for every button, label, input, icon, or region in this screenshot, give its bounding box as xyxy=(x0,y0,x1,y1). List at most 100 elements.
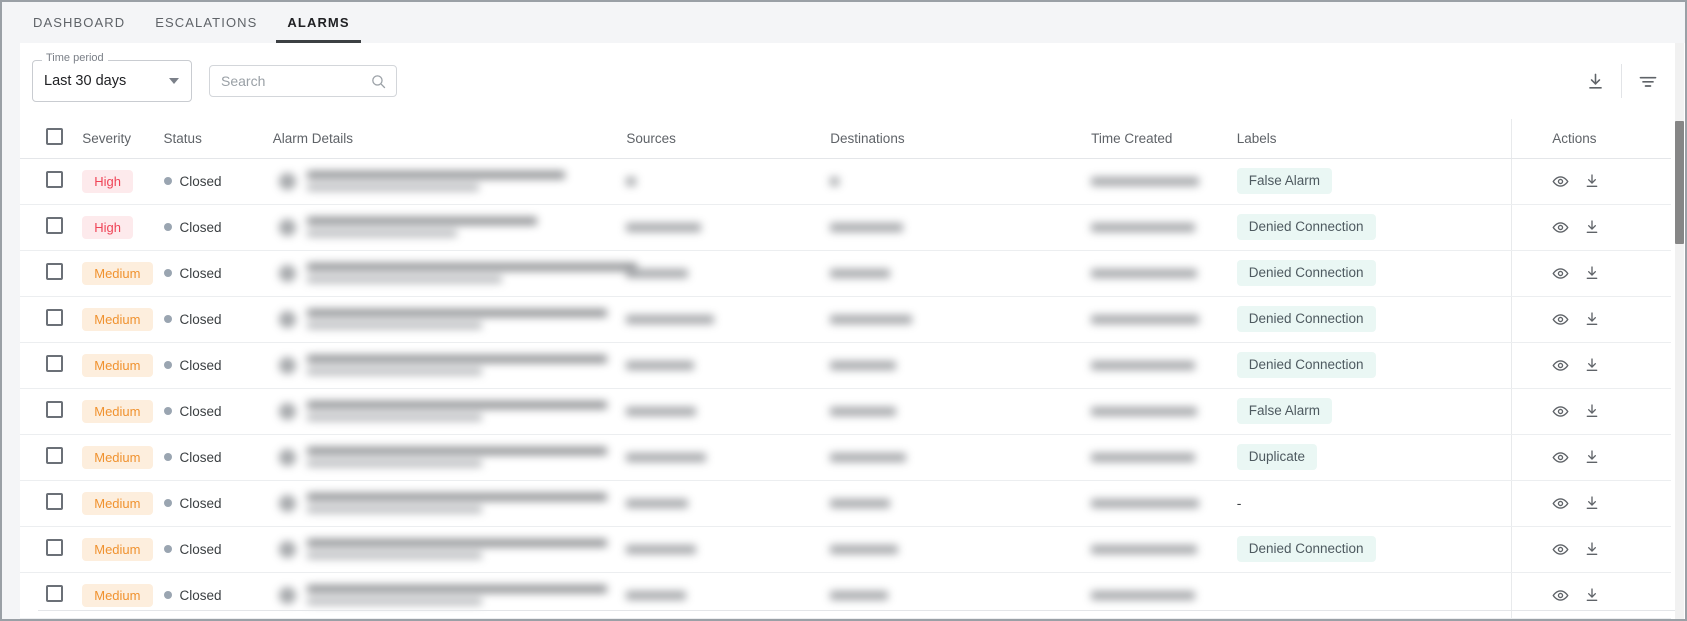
row-select-cell xyxy=(20,434,79,481)
time-created-redacted xyxy=(1091,360,1196,370)
row-checkbox[interactable] xyxy=(46,539,63,556)
status-dot-icon xyxy=(163,223,172,231)
alarm-details-cell[interactable] xyxy=(270,296,625,343)
tab-dashboard[interactable]: DASHBOARD xyxy=(18,2,140,43)
column-header-severity[interactable]: Severity xyxy=(78,119,164,159)
vertical-scrollbar[interactable] xyxy=(1675,43,1684,619)
view-alarm-icon[interactable] xyxy=(1552,587,1569,604)
time-created-redacted xyxy=(1091,176,1200,186)
view-alarm-icon[interactable] xyxy=(1552,219,1569,236)
download-alarm-icon[interactable] xyxy=(1584,265,1600,281)
alarm-details-cell[interactable] xyxy=(270,572,625,619)
sources-redacted xyxy=(626,544,697,554)
download-alarm-icon[interactable] xyxy=(1584,219,1600,235)
filter-button[interactable] xyxy=(1629,62,1667,100)
severity-badge: Medium xyxy=(82,583,153,607)
destinations-cell xyxy=(828,480,1082,527)
download-alarm-icon[interactable] xyxy=(1584,357,1600,373)
download-alarm-icon[interactable] xyxy=(1584,495,1600,511)
alarm-details-cell[interactable] xyxy=(270,480,625,527)
row-checkbox[interactable] xyxy=(46,217,63,234)
alarms-table-container[interactable]: Severity Status Alarm Details Sources De… xyxy=(20,119,1685,619)
alarm-details-redacted xyxy=(273,171,625,191)
time-period-select[interactable]: Time period Last 30 days xyxy=(32,53,192,102)
alarm-details-redacted xyxy=(273,539,625,559)
alarm-details-cell[interactable] xyxy=(270,342,625,389)
row-checkbox[interactable] xyxy=(46,447,63,464)
view-alarm-icon[interactable] xyxy=(1552,541,1569,558)
vertical-scrollbar-thumb[interactable] xyxy=(1675,121,1684,244)
table-row[interactable]: Medium Closed Denied Connection xyxy=(20,342,1671,389)
column-header-destinations[interactable]: Destinations xyxy=(828,119,1082,159)
row-checkbox[interactable] xyxy=(46,401,63,418)
time-created-cell xyxy=(1081,480,1227,527)
tab-alarms[interactable]: ALARMS xyxy=(272,2,364,43)
column-header-time-created[interactable]: Time Created xyxy=(1081,119,1227,159)
status-cell: Closed xyxy=(163,572,271,619)
table-row[interactable]: Medium Closed Denied Connection xyxy=(20,296,1671,343)
search-field[interactable] xyxy=(209,65,397,97)
column-header-labels[interactable]: Labels xyxy=(1226,119,1512,159)
table-row[interactable]: Medium Closed Denied Connection xyxy=(20,526,1671,573)
row-checkbox[interactable] xyxy=(46,493,63,510)
actions-cell xyxy=(1511,572,1671,619)
sources-cell xyxy=(624,572,829,619)
view-alarm-icon[interactable] xyxy=(1552,311,1569,328)
view-alarm-icon[interactable] xyxy=(1552,403,1569,420)
download-alarm-icon[interactable] xyxy=(1584,587,1600,603)
severity-cell: Medium xyxy=(78,526,164,573)
destinations-cell xyxy=(828,572,1082,619)
table-row[interactable]: Medium Closed Denied Connection xyxy=(20,250,1671,297)
download-button[interactable] xyxy=(1576,62,1614,100)
time-created-cell xyxy=(1081,388,1227,435)
status-cell: Closed xyxy=(163,526,271,573)
download-alarm-icon[interactable] xyxy=(1584,403,1600,419)
view-alarm-icon[interactable] xyxy=(1552,495,1569,512)
view-alarm-icon[interactable] xyxy=(1552,265,1569,282)
row-checkbox[interactable] xyxy=(46,309,63,326)
severity-badge: Medium xyxy=(82,537,153,561)
row-checkbox[interactable] xyxy=(46,263,63,280)
alarm-source-avatar-icon xyxy=(278,264,296,282)
severity-cell: Medium xyxy=(78,434,164,481)
table-row[interactable]: High Closed False Alarm xyxy=(20,158,1671,205)
alarm-details-cell[interactable] xyxy=(270,250,637,297)
download-alarm-icon[interactable] xyxy=(1584,311,1600,327)
table-row[interactable]: Medium Closed xyxy=(20,572,1671,619)
status-dot-icon xyxy=(163,453,172,461)
alarm-details-cell[interactable] xyxy=(270,158,625,205)
table-row[interactable]: Medium Closed - xyxy=(20,480,1671,527)
tab-escalations[interactable]: ESCALATIONS xyxy=(140,2,272,43)
view-alarm-icon[interactable] xyxy=(1552,357,1569,374)
label-chip: False Alarm xyxy=(1236,168,1332,194)
labels-cell: Denied Connection xyxy=(1226,204,1512,251)
actions-cell xyxy=(1511,480,1671,527)
time-created-redacted xyxy=(1091,590,1196,600)
alarm-details-cell[interactable] xyxy=(270,204,625,251)
download-alarm-icon[interactable] xyxy=(1584,541,1600,557)
status-cell: Closed xyxy=(163,342,271,389)
column-header-status[interactable]: Status xyxy=(163,119,271,159)
download-alarm-icon[interactable] xyxy=(1584,173,1600,189)
row-checkbox[interactable] xyxy=(46,585,63,602)
column-header-alarm-details[interactable]: Alarm Details xyxy=(270,119,625,159)
table-row[interactable]: High Closed Denied Connection xyxy=(20,204,1671,251)
row-checkbox[interactable] xyxy=(46,171,63,188)
column-header-sources[interactable]: Sources xyxy=(624,119,829,159)
alarm-details-cell[interactable] xyxy=(270,388,625,435)
label-chip: Duplicate xyxy=(1236,444,1317,470)
view-alarm-icon[interactable] xyxy=(1552,173,1569,190)
view-alarm-icon[interactable] xyxy=(1552,449,1569,466)
select-all-checkbox[interactable] xyxy=(46,128,63,146)
actions-cell xyxy=(1511,250,1671,297)
table-row[interactable]: Medium Closed False Alarm xyxy=(20,388,1671,435)
download-alarm-icon[interactable] xyxy=(1584,449,1600,465)
destinations-cell xyxy=(828,342,1082,389)
destinations-redacted xyxy=(830,498,891,508)
search-input[interactable] xyxy=(221,73,366,89)
alarm-details-cell[interactable] xyxy=(270,434,625,481)
alarm-details-cell[interactable] xyxy=(270,526,625,573)
row-checkbox[interactable] xyxy=(46,355,63,372)
table-row[interactable]: Medium Closed Duplicate xyxy=(20,434,1671,481)
status-dot-icon xyxy=(163,315,172,323)
